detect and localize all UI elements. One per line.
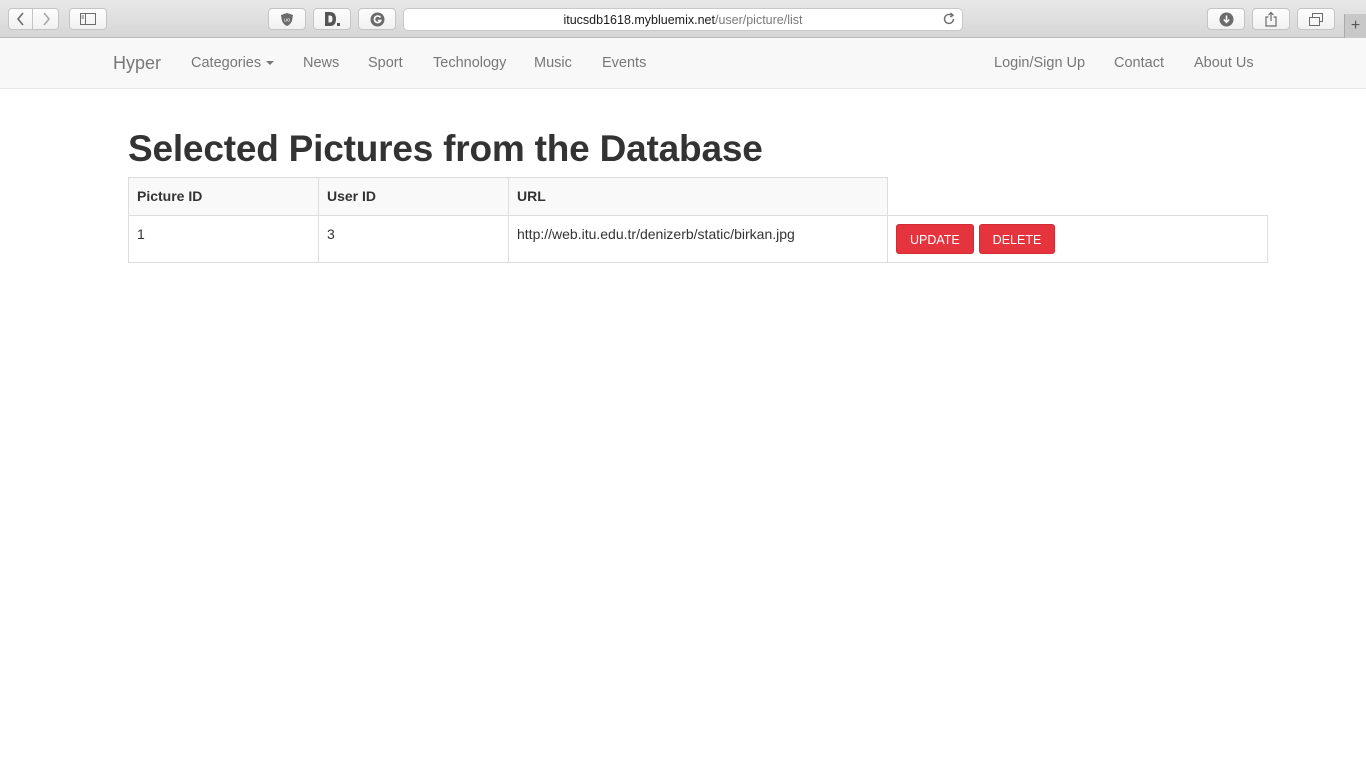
ublock-extension-button[interactable]: uo	[268, 8, 306, 30]
grammarly-icon	[370, 12, 384, 26]
cell-picture-id: 1	[128, 215, 319, 263]
forward-button[interactable]	[33, 8, 59, 30]
dashlane-extension-button[interactable]	[313, 8, 351, 30]
pictures-table: Picture ID User ID URL 1 3 http://web.it…	[128, 177, 1268, 263]
nav-item-music[interactable]: Music	[534, 38, 572, 88]
column-header-url: URL	[508, 177, 888, 216]
browser-toolbar: uo itucsdb1618.mybluemix.net/user/pictur…	[0, 0, 1366, 38]
plus-icon: +	[1350, 17, 1361, 34]
cell-actions: UPDATE DELETE	[887, 215, 1268, 263]
back-button[interactable]	[8, 8, 33, 30]
nav-item-categories[interactable]: Categories	[191, 38, 275, 88]
tabs-icon	[1309, 12, 1323, 26]
chevron-left-icon	[16, 12, 24, 26]
update-button[interactable]: UPDATE	[896, 224, 974, 254]
nav-item-label: Categories	[191, 55, 262, 71]
reload-icon[interactable]	[942, 12, 956, 26]
nav-item-events[interactable]: Events	[602, 38, 646, 88]
table-header-row: Picture ID User ID URL	[128, 177, 1268, 216]
caret-down-icon	[266, 61, 275, 66]
column-header-picture-id: Picture ID	[128, 177, 319, 216]
grammarly-extension-button[interactable]	[358, 8, 396, 30]
nav-item-sport[interactable]: Sport	[368, 38, 403, 88]
url-domain: itucsdb1618.mybluemix.net	[563, 12, 715, 27]
tabs-overview-button[interactable]	[1297, 8, 1335, 30]
download-icon	[1219, 12, 1233, 26]
shield-icon: uo	[281, 12, 293, 26]
brand-link[interactable]: Hyper	[113, 38, 161, 88]
svg-text:uo: uo	[284, 17, 290, 23]
chevron-right-icon	[42, 12, 50, 26]
nav-item-news[interactable]: News	[303, 38, 339, 88]
downloads-button[interactable]	[1207, 8, 1245, 30]
nav-item-technology[interactable]: Technology	[433, 38, 506, 88]
cell-url: http://web.itu.edu.tr/denizerb/static/bi…	[508, 215, 888, 263]
url-path: /user/picture/list	[714, 12, 803, 27]
table-row: 1 3 http://web.itu.edu.tr/denizerb/stati…	[128, 215, 1268, 263]
page-title: Selected Pictures from the Database	[128, 128, 763, 169]
nav-item-about-us[interactable]: About Us	[1194, 38, 1254, 88]
cell-user-id: 3	[318, 215, 509, 263]
nav-item-login-signup[interactable]: Login/Sign Up	[994, 38, 1085, 88]
column-header-actions	[887, 177, 1268, 216]
column-header-user-id: User ID	[318, 177, 509, 216]
delete-button[interactable]: DELETE	[978, 224, 1056, 254]
share-icon	[1265, 11, 1277, 27]
address-bar[interactable]: itucsdb1618.mybluemix.net/user/picture/l…	[403, 8, 963, 31]
new-tab-button[interactable]: +	[1344, 14, 1366, 38]
sidebar-toggle-button[interactable]	[69, 8, 107, 30]
nav-item-contact[interactable]: Contact	[1114, 38, 1164, 88]
sidebar-icon	[80, 13, 96, 25]
site-navbar: Hyper Categories News Sport Technology M…	[0, 38, 1366, 89]
share-button[interactable]	[1252, 8, 1290, 30]
d-logo-icon	[325, 12, 340, 26]
